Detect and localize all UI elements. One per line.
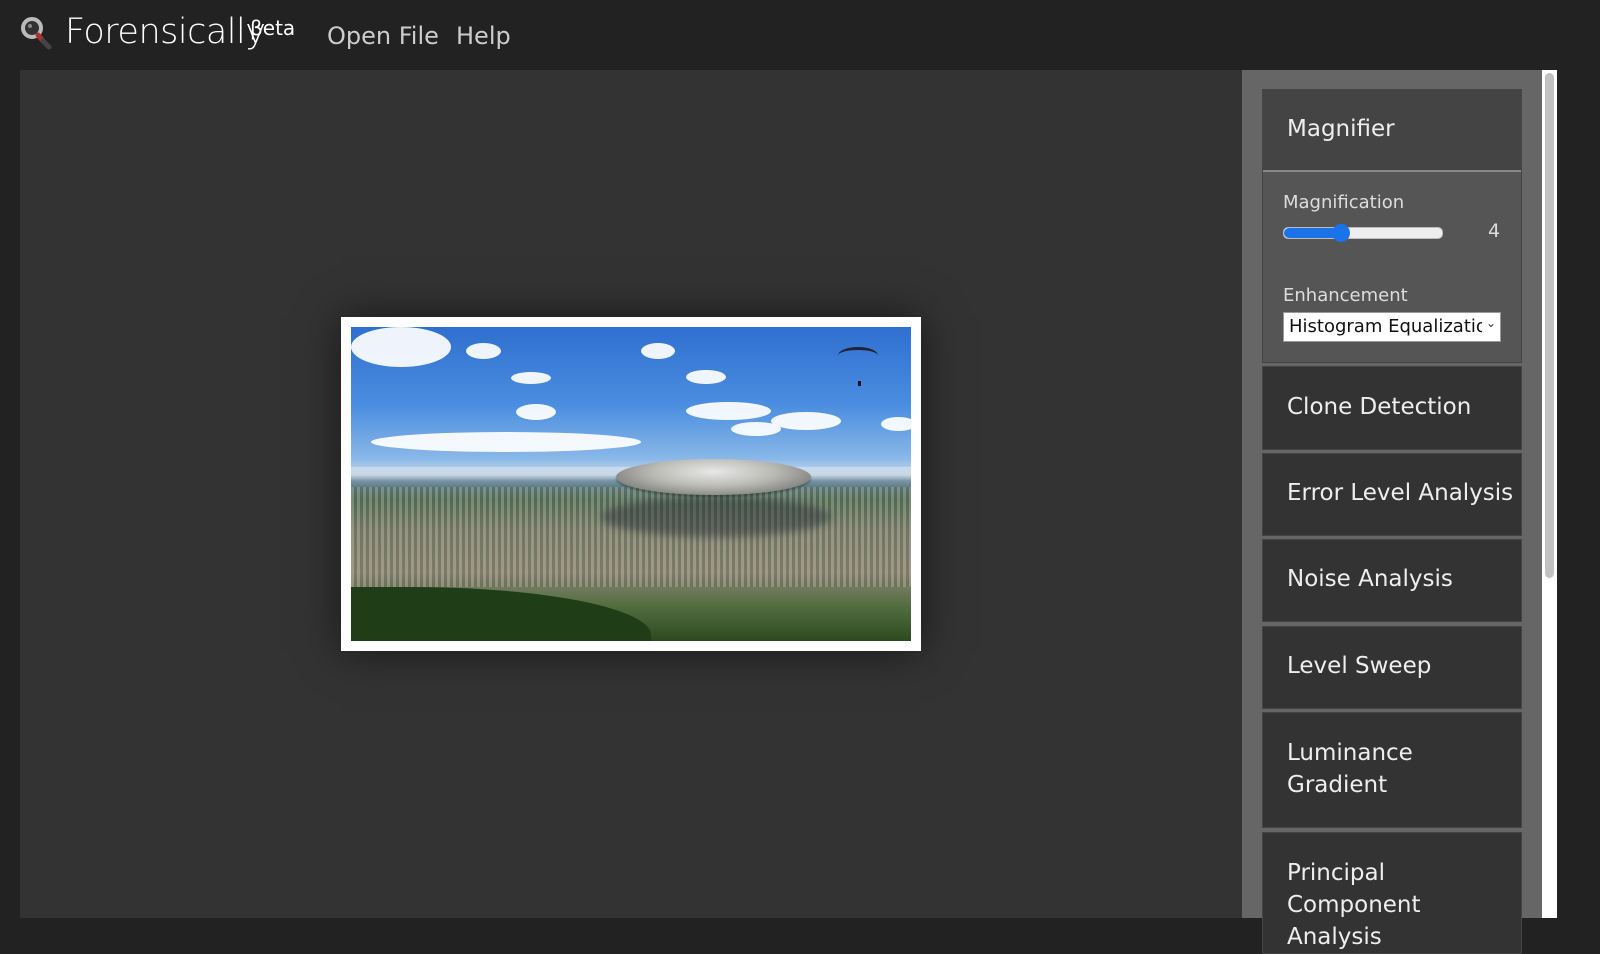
- tool-luminance-gradient[interactable]: Luminance Gradient: [1262, 712, 1522, 828]
- cloud: [881, 417, 911, 431]
- cloud: [731, 422, 781, 436]
- window-edge: [1557, 70, 1600, 918]
- magnifier-title: Magnifier: [1287, 116, 1395, 142]
- tool-principal-component-analysis[interactable]: Principal Component Analysis: [1262, 832, 1522, 954]
- magnification-label: Magnification: [1283, 192, 1405, 213]
- tool-error-level-analysis[interactable]: Error Level Analysis: [1262, 453, 1522, 536]
- tool-label: Luminance Gradient: [1287, 740, 1413, 798]
- open-file-link[interactable]: Open File: [327, 22, 439, 50]
- magnifier-settings: Magnification 4 Enhancement Histogram Eq…: [1263, 172, 1521, 362]
- cloud: [351, 327, 451, 367]
- tool-noise-analysis[interactable]: Noise Analysis: [1262, 539, 1522, 622]
- enhancement-value: Histogram Equalization: [1289, 316, 1482, 337]
- paraglider-pilot: [858, 381, 861, 386]
- tool-label: Error Level Analysis: [1287, 480, 1514, 506]
- magnifier-header[interactable]: Magnifier: [1263, 90, 1521, 172]
- enhancement-select[interactable]: Histogram Equalization ⌄: [1283, 312, 1501, 342]
- cloud: [511, 372, 551, 384]
- image-viewer[interactable]: [20, 70, 1242, 918]
- ufo-shadow: [601, 497, 831, 537]
- tool-label: Noise Analysis: [1287, 566, 1453, 592]
- magnification-value: 4: [1488, 220, 1501, 242]
- tools-sidebar: Magnifier Magnification 4 Enhancement Hi…: [1242, 70, 1542, 954]
- paraglider-wing: [838, 347, 878, 364]
- flying-saucer: [616, 459, 811, 495]
- chevron-down-icon: ⌄: [1485, 316, 1496, 330]
- scrollbar-thumb[interactable]: [1545, 73, 1554, 578]
- cloud: [686, 402, 771, 420]
- slider-thumb[interactable]: [1331, 224, 1350, 242]
- magnifying-glass-icon: [21, 17, 52, 50]
- cloud: [371, 432, 641, 452]
- help-link[interactable]: Help: [456, 22, 511, 50]
- image-frame: [341, 317, 921, 651]
- city-texture: [351, 487, 911, 587]
- tool-level-sweep[interactable]: Level Sweep: [1262, 626, 1522, 709]
- cloud: [686, 370, 726, 384]
- tool-label: Principal Component Analysis: [1287, 860, 1421, 950]
- analyzed-image[interactable]: [351, 327, 911, 641]
- forest: [351, 587, 651, 641]
- tool-label: Clone Detection: [1287, 394, 1472, 420]
- top-bar: Forensically βeta Open File Help: [0, 0, 1600, 70]
- cloud: [771, 412, 841, 430]
- beta-badge: βeta: [250, 16, 296, 40]
- tool-label: Level Sweep: [1287, 653, 1432, 679]
- cloud: [516, 404, 556, 420]
- tool-clone-detection[interactable]: Clone Detection: [1262, 366, 1522, 450]
- cloud: [466, 343, 501, 359]
- sidebar-scrollbar[interactable]: [1542, 70, 1557, 918]
- magnifier-panel: Magnifier Magnification 4 Enhancement Hi…: [1262, 89, 1522, 363]
- app-title: Forensically: [65, 12, 266, 52]
- magnification-slider[interactable]: [1283, 224, 1443, 242]
- cloud: [641, 343, 675, 359]
- enhancement-label: Enhancement: [1283, 285, 1408, 306]
